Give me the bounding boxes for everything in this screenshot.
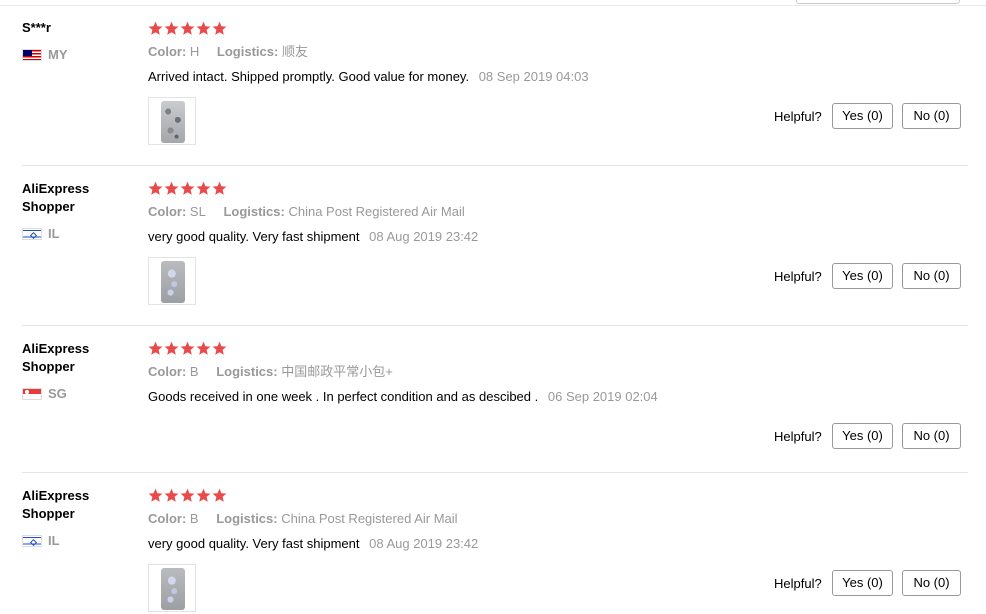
helpful-label: Helpful? (774, 109, 822, 124)
helpful-no-button[interactable]: No (0) (902, 263, 961, 289)
country-code: IL (48, 226, 60, 241)
star-icon (164, 21, 179, 36)
reviewer-name: S***r (22, 20, 51, 35)
helpful-label: Helpful? (774, 429, 822, 444)
reviewer-name: AliExpress Shopper (22, 341, 90, 374)
review-divider (22, 165, 968, 166)
top-edge (0, 0, 986, 6)
helpful-yes-button[interactable]: Yes (0) (832, 263, 893, 289)
country-code: SG (48, 386, 67, 401)
review-text: Goods received in one week . In perfect … (148, 389, 539, 404)
reviewer-country: IL (22, 226, 60, 241)
phone-case-image (161, 568, 185, 610)
phone-case-image (161, 261, 185, 303)
star-icon (212, 341, 227, 356)
star-icon (164, 341, 179, 356)
star-icon (196, 341, 211, 356)
israel-flag-icon (22, 534, 42, 547)
star-icon (196, 488, 211, 503)
star-icon (148, 21, 163, 36)
color-key: Color: (148, 511, 187, 526)
reviewer-name: AliExpress Shopper (22, 488, 90, 521)
country-code: IL (48, 533, 60, 548)
phone-case-image (161, 101, 185, 143)
singapore-flag-icon (22, 387, 42, 400)
color-value: B (189, 511, 199, 526)
star-icon (196, 181, 211, 196)
review-photo-thumbnail[interactable] (148, 97, 196, 145)
review-text-line: very good quality. Very fast shipment 08… (148, 228, 478, 246)
reviewer-name: AliExpress Shopper (22, 181, 90, 214)
star-rating (148, 181, 227, 196)
helpful-yes-button[interactable]: Yes (0) (832, 103, 893, 129)
helpful-no-button[interactable]: No (0) (902, 423, 961, 449)
review-divider (22, 472, 968, 473)
helpful-yes-button[interactable]: Yes (0) (832, 570, 893, 596)
color-key: Color: (148, 364, 187, 379)
review-meta: Color: B Logistics: 中国邮政平常小包+ (148, 363, 393, 381)
logistics-key: Logistics: (223, 204, 285, 219)
helpful-no-button[interactable]: No (0) (902, 570, 961, 596)
reviewer-country: MY (22, 47, 68, 62)
country-code: MY (48, 47, 68, 62)
helpful-yes-button[interactable]: Yes (0) (832, 423, 893, 449)
review-photo-thumbnail[interactable] (148, 564, 196, 612)
feedback-list: S***r MY Color: H Logistics: 顺友 Arrived … (0, 0, 986, 614)
review-meta: Color: H Logistics: 顺友 (148, 43, 308, 61)
review-date: 08 Aug 2019 23:42 (369, 229, 479, 244)
color-value: B (189, 364, 199, 379)
malaysia-flag-icon (22, 48, 42, 61)
review-text: very good quality. Very fast shipment (148, 536, 360, 551)
star-icon (148, 341, 163, 356)
logistics-value: China Post Registered Air Mail (281, 511, 458, 526)
review-meta: Color: B Logistics: China Post Registere… (148, 510, 458, 528)
star-icon (180, 21, 195, 36)
helpful-label: Helpful? (774, 269, 822, 284)
review-text-line: Arrived intact. Shipped promptly. Good v… (148, 68, 589, 86)
review-divider (22, 325, 968, 326)
review-text-line: Goods received in one week . In perfect … (148, 388, 658, 406)
logistics-key: Logistics: (216, 44, 279, 59)
review-text: Arrived intact. Shipped promptly. Good v… (148, 69, 470, 84)
israel-flag-icon (22, 227, 42, 240)
review-date: 08 Sep 2019 04:03 (478, 69, 589, 84)
logistics-value: China Post Registered Air Mail (288, 204, 465, 219)
star-icon (212, 21, 227, 36)
review-date: 08 Aug 2019 23:42 (369, 536, 479, 551)
star-icon (180, 181, 195, 196)
star-icon (196, 21, 211, 36)
review-meta: Color: SL Logistics: China Post Register… (148, 203, 465, 221)
review-text: very good quality. Very fast shipment (148, 229, 360, 244)
color-value: SL (189, 204, 206, 219)
logistics-value: 中国邮政平常小包+ (281, 364, 393, 379)
review-photo-thumbnail[interactable] (148, 257, 196, 305)
star-icon (164, 488, 179, 503)
review-date: 06 Sep 2019 02:04 (547, 389, 658, 404)
logistics-value: 顺友 (281, 44, 308, 59)
reviewer-country: SG (22, 386, 67, 401)
star-icon (164, 181, 179, 196)
star-rating (148, 21, 227, 36)
logistics-key: Logistics: (216, 364, 278, 379)
sort-select[interactable] (796, 0, 960, 4)
star-icon (148, 181, 163, 196)
logistics-key: Logistics: (216, 511, 278, 526)
star-rating (148, 488, 227, 503)
star-icon (180, 341, 195, 356)
reviewer-country: IL (22, 533, 60, 548)
helpful-no-button[interactable]: No (0) (902, 103, 961, 129)
star-icon (148, 488, 163, 503)
star-icon (212, 488, 227, 503)
review-text-line: very good quality. Very fast shipment 08… (148, 535, 478, 553)
color-value: H (189, 44, 200, 59)
color-key: Color: (148, 204, 187, 219)
star-icon (212, 181, 227, 196)
color-key: Color: (148, 44, 187, 59)
star-rating (148, 341, 227, 356)
helpful-label: Helpful? (774, 576, 822, 591)
star-icon (180, 488, 195, 503)
